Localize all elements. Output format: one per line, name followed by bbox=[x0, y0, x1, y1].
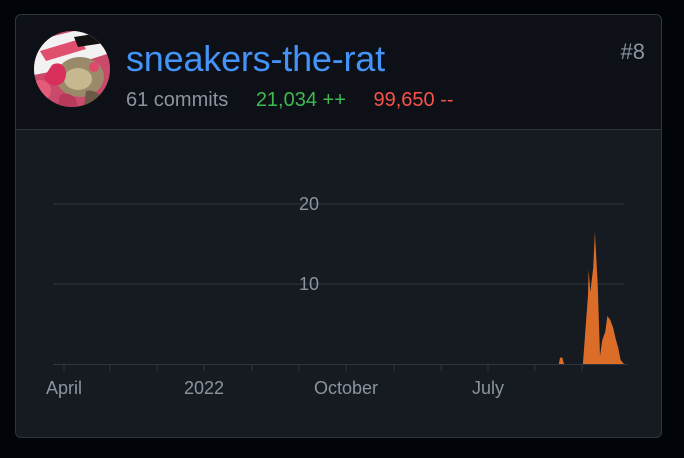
avatar[interactable] bbox=[34, 31, 110, 107]
x-tick-label: April bbox=[46, 378, 82, 398]
user-avatar-icon bbox=[34, 31, 110, 107]
x-tick-label: October bbox=[314, 378, 378, 398]
deletions-count: 99,650 -- bbox=[373, 89, 454, 111]
contributor-username-link[interactable]: sneakers-the-rat bbox=[126, 37, 385, 81]
y-tick-label: 20 bbox=[299, 194, 319, 214]
additions-area bbox=[53, 232, 624, 364]
commits-count[interactable]: 61 commits bbox=[126, 89, 228, 111]
x-tick-label: July bbox=[472, 378, 504, 398]
commit-activity-chart: 10 20 April 2022 October July bbox=[46, 194, 628, 398]
contributor-header: sneakers-the-rat #8 61 commits 21,034 ++… bbox=[16, 15, 661, 130]
x-tick-label: 2022 bbox=[184, 378, 224, 398]
contributor-stats: 61 commits 21,034 ++ 99,650 -- bbox=[126, 87, 454, 113]
contributor-rank: #8 bbox=[620, 39, 645, 64]
contributor-card: sneakers-the-rat #8 61 commits 21,034 ++… bbox=[15, 14, 662, 438]
y-tick-label: 10 bbox=[299, 274, 319, 294]
additions-count: 21,034 ++ bbox=[255, 89, 346, 111]
